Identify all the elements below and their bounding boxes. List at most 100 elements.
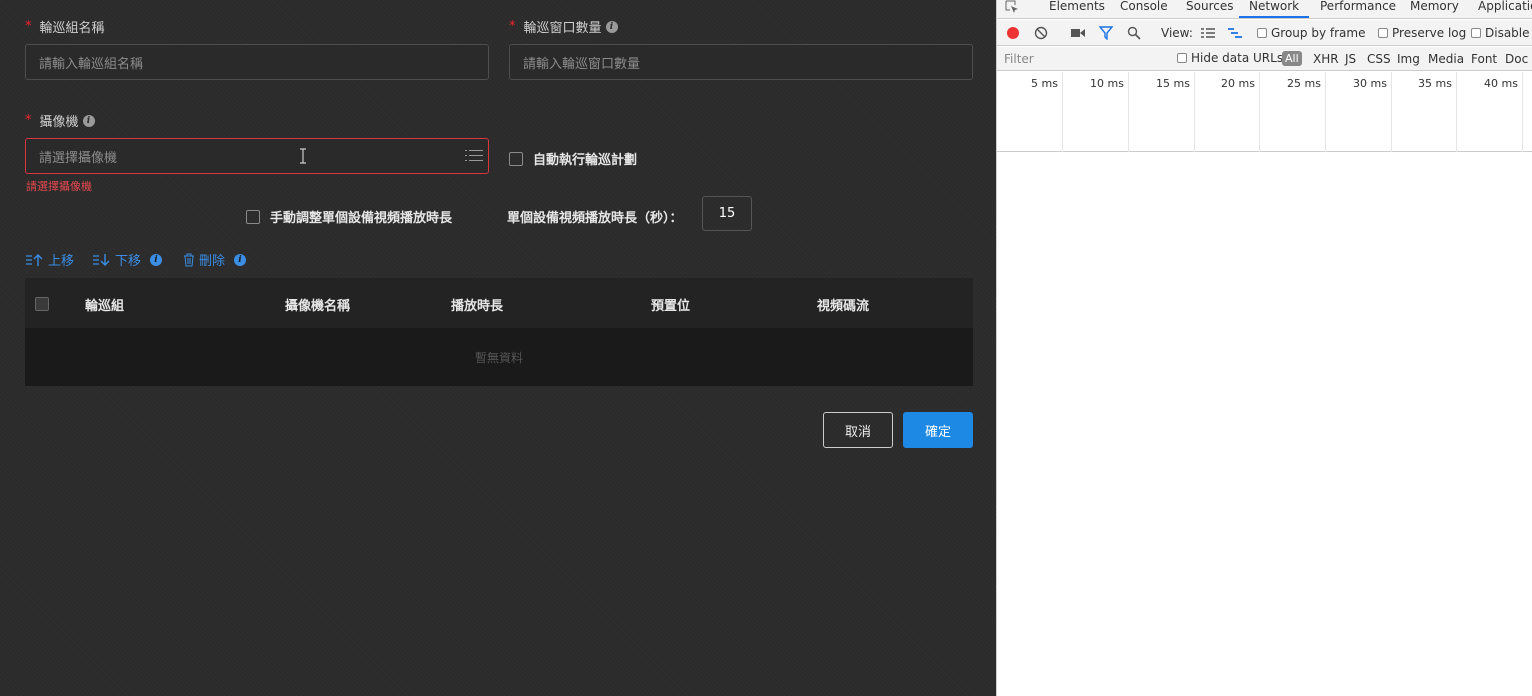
column-header[interactable]: 預置位 (651, 295, 690, 314)
record-icon[interactable] (1007, 27, 1019, 39)
required-mark: * (25, 19, 32, 34)
tab-performance[interactable]: Performance (1320, 0, 1396, 18)
type-filter-font[interactable]: Font (1471, 52, 1497, 66)
checkbox[interactable] (1471, 28, 1481, 38)
list-view-icon[interactable] (1201, 27, 1215, 39)
checkbox[interactable] (1378, 28, 1388, 38)
type-filter-css[interactable]: CSS (1367, 52, 1391, 66)
tick-label: 25 ms (1287, 77, 1321, 90)
search-icon[interactable] (1127, 26, 1141, 40)
duration-label: 單個設備視頻播放時長（秒）： (507, 207, 683, 226)
type-filter-all[interactable]: All (1282, 51, 1302, 66)
info-icon[interactable]: i (82, 114, 95, 127)
filter-bar: Filter Hide data URLs All XHR JS CSS Img… (997, 47, 1532, 71)
view-label: View: (1161, 26, 1193, 40)
network-timeline: 5 ms 10 ms 15 ms 20 ms 25 ms 30 ms 35 ms… (997, 72, 1532, 152)
clear-icon[interactable] (1034, 26, 1048, 40)
info-icon[interactable]: i (605, 20, 618, 33)
manual-adjust-checkbox[interactable]: 手動調整單個設備視頻播放時長 (246, 207, 452, 226)
preserve-log-checkbox[interactable]: Preserve log (1378, 26, 1466, 40)
hide-data-urls-label: Hide data URLs (1191, 51, 1284, 65)
type-filter-media[interactable]: Media (1428, 52, 1464, 66)
text-cursor-icon (300, 148, 306, 164)
column-header[interactable]: 輪巡組 (85, 295, 124, 314)
timeline-tick: 35 ms (1392, 72, 1457, 152)
tick-label: 10 ms (1090, 77, 1124, 90)
move-down-button[interactable]: 下移 i (92, 250, 163, 269)
delete-button[interactable]: 刪除 i (182, 250, 247, 269)
hide-data-urls-checkbox[interactable]: Hide data URLs (1177, 51, 1283, 65)
info-icon[interactable]: i (150, 253, 163, 266)
table-header: 輪巡組 攝像機名稱 播放時長 預置位 視頻碼流 (25, 278, 973, 328)
window-count-label: * 輪巡窗口數量 i (509, 17, 618, 36)
list-icon[interactable] (465, 149, 483, 163)
group-by-frame-checkbox[interactable]: Group by frame (1257, 26, 1365, 40)
timeline-tick: 30 ms (1326, 72, 1392, 152)
select-all-checkbox[interactable] (35, 297, 49, 311)
timeline-tick: 20 ms (1195, 72, 1260, 152)
devtools-tabs: Elements Console Sources Network Perform… (997, 0, 1532, 19)
type-filter-js[interactable]: JS (1345, 52, 1356, 66)
filter-input[interactable]: Filter (1004, 52, 1034, 66)
timeline-tick: 10 ms (1063, 72, 1129, 152)
window-count-placeholder: 請輸入輪巡窗口數量 (523, 56, 641, 72)
disable-label: Disable (1485, 26, 1530, 40)
patrol-group-form: * 輪巡組名稱 * 輪巡窗口數量 i 請輸入輪巡組名稱 請輸入輪巡窗口數量 * … (0, 0, 996, 696)
tick-label: 40 ms (1484, 77, 1518, 90)
checkbox[interactable] (1257, 28, 1267, 38)
timeline-tick: 5 ms (997, 72, 1063, 152)
tab-console[interactable]: Console (1120, 0, 1168, 18)
tick-label: 35 ms (1418, 77, 1452, 90)
disable-cache-checkbox[interactable]: Disable (1471, 26, 1530, 40)
manual-adjust-label: 手動調整單個設備視頻播放時長 (270, 211, 453, 226)
window-count-label-text: 輪巡窗口數量 (523, 21, 602, 36)
type-filter-xhr[interactable]: XHR (1313, 52, 1339, 66)
tick-label: 5 ms (1031, 77, 1058, 90)
filter-icon[interactable] (1099, 26, 1113, 40)
tab-memory[interactable]: Memory (1410, 0, 1459, 18)
cancel-button[interactable]: 取消 (823, 412, 893, 448)
camera-error-message: 請選擇攝像機 (26, 180, 92, 193)
checkbox[interactable] (509, 151, 523, 166)
tick-label: 20 ms (1221, 77, 1255, 90)
tab-network[interactable]: Network (1239, 0, 1310, 18)
group-name-label: * 輪巡組名稱 (25, 17, 105, 36)
auto-exec-label: 自動執行輪巡計劃 (533, 153, 638, 168)
network-toolbar: View: Group by frame Preserve log Disabl… (997, 20, 1532, 46)
tab-elements[interactable]: Elements (1049, 0, 1105, 18)
inspect-icon[interactable] (1005, 0, 1019, 14)
timeline-tick: 40 ms (1457, 72, 1523, 152)
move-up-button[interactable]: 上移 (25, 250, 74, 269)
camera-label-text: 攝像機 (39, 115, 79, 130)
tab-sources[interactable]: Sources (1186, 0, 1233, 18)
camera-select[interactable]: 請選擇攝像機 (25, 138, 489, 174)
preserve-log-label: Preserve log (1392, 26, 1467, 40)
patrol-table: 輪巡組 攝像機名稱 播放時長 預置位 視頻碼流 暫無資料 (25, 278, 973, 386)
duration-input[interactable]: 15 (702, 196, 752, 231)
tab-application[interactable]: Applicatio (1478, 0, 1532, 18)
info-icon[interactable]: i (234, 253, 247, 266)
column-header[interactable]: 攝像機名稱 (285, 295, 350, 314)
type-filter-doc[interactable]: Doc (1505, 52, 1528, 66)
delete-label: 刪除 (199, 254, 226, 269)
required-mark: * (509, 19, 516, 34)
camera-label: * 攝像機 i (25, 111, 95, 130)
auto-exec-checkbox[interactable]: 自動執行輪巡計劃 (509, 149, 637, 168)
checkbox[interactable] (1177, 53, 1187, 63)
timeline-tick: 25 ms (1260, 72, 1326, 152)
video-camera-icon[interactable] (1071, 28, 1085, 38)
group-name-input[interactable]: 請輸入輪巡組名稱 (25, 44, 489, 80)
checkbox[interactable] (246, 209, 260, 224)
column-header[interactable]: 視頻碼流 (817, 295, 869, 314)
column-header[interactable]: 播放時長 (451, 295, 503, 314)
move-up-icon (26, 253, 43, 266)
empty-state: 暫無資料 (25, 328, 973, 386)
waterfall-view-icon[interactable] (1228, 27, 1242, 39)
tick-label: 30 ms (1353, 77, 1387, 90)
move-down-icon (93, 253, 110, 266)
tick-label: 15 ms (1156, 77, 1190, 90)
ok-button[interactable]: 確定 (903, 412, 973, 448)
type-filter-img[interactable]: Img (1397, 52, 1420, 66)
group-by-frame-label: Group by frame (1271, 26, 1366, 40)
window-count-input[interactable]: 請輸入輪巡窗口數量 (509, 44, 973, 80)
